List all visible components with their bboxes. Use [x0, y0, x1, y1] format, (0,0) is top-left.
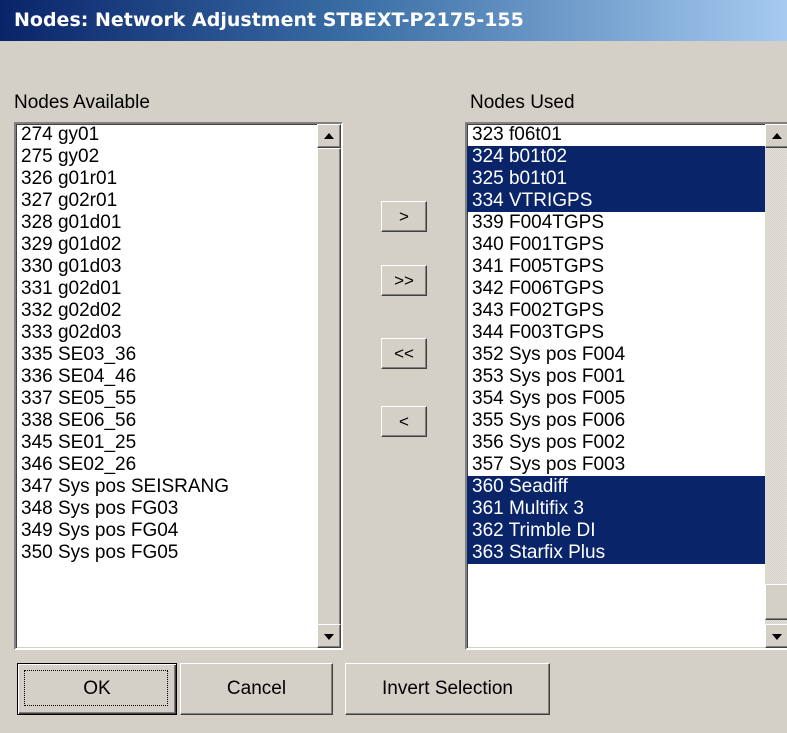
arrow-down-icon [324, 634, 334, 640]
list-item[interactable]: 323 f06t01 [467, 124, 765, 146]
list-item[interactable]: 327 g02r01 [16, 190, 317, 212]
nodes-used-list[interactable]: 323 f06t01 324 b01t02 325 b01t01 334 VTRIGP… [465, 122, 787, 650]
scroll-thumb[interactable] [317, 148, 341, 648]
remove-all-nodes-label: << [394, 343, 414, 363]
invert-selection-label: Invert Selection [382, 678, 513, 699]
list-item[interactable]: 360 Seadiff [467, 476, 765, 498]
scroll-up-button[interactable] [765, 124, 787, 148]
list-item[interactable]: 361 Multifix 3 [467, 498, 765, 520]
scroll-thumb[interactable] [765, 584, 787, 620]
list-item[interactable]: 349 Sys pos FG04 [16, 520, 317, 542]
list-item[interactable]: 345 SE01_25 [16, 432, 317, 454]
list-item[interactable]: 330 g01d03 [16, 256, 317, 278]
list-item[interactable]: 325 b01t01 [467, 168, 765, 190]
cancel-label: Cancel [226, 678, 287, 699]
list-item[interactable]: 341 F005TGPS [467, 256, 765, 278]
nodes-available-scrollbar[interactable] [317, 124, 341, 648]
add-all-nodes-button[interactable]: >> [381, 265, 427, 296]
list-item[interactable]: 340 F001TGPS [467, 234, 765, 256]
list-item[interactable]: 352 Sys pos F004 [467, 344, 765, 366]
remove-node-label: < [399, 411, 409, 431]
nodes-available-list[interactable]: 274 gy01 275 gy02 326 g01r01 327 g02r01 328 … [14, 122, 343, 650]
list-item[interactable]: 329 g01d02 [16, 234, 317, 256]
title-bar: Nodes: Network Adjustment STBEXT-P2175-1… [0, 0, 787, 41]
list-item[interactable]: 337 SE05_55 [16, 388, 317, 410]
add-node-label: > [399, 206, 409, 226]
list-item[interactable]: 362 Trimble DI [467, 520, 765, 542]
scroll-up-button[interactable] [317, 124, 341, 148]
nodes-used-scrollbar[interactable] [765, 124, 787, 648]
list-item[interactable]: 344 F003TGPS [467, 322, 765, 344]
list-item[interactable]: 274 gy01 [16, 124, 317, 146]
list-item[interactable]: 347 Sys pos SEISRANG [16, 476, 317, 498]
list-item[interactable]: 324 b01t02 [467, 146, 765, 168]
list-item[interactable]: 356 Sys pos F002 [467, 432, 765, 454]
list-item[interactable]: 331 g02d01 [16, 278, 317, 300]
list-item[interactable]: 350 Sys pos FG05 [16, 542, 317, 564]
list-item[interactable]: 363 Starfix Plus [467, 542, 765, 564]
list-item[interactable]: 326 g01r01 [16, 168, 317, 190]
arrow-up-icon [324, 133, 334, 139]
scroll-down-button[interactable] [317, 624, 341, 648]
nodes-available-label: Nodes Available [14, 92, 150, 113]
list-item[interactable]: 339 F004TGPS [467, 212, 765, 234]
list-item[interactable]: 342 F006TGPS [467, 278, 765, 300]
remove-all-nodes-button[interactable]: << [381, 338, 427, 369]
add-all-nodes-label: >> [394, 270, 414, 290]
add-node-button[interactable]: > [381, 201, 427, 232]
list-item[interactable]: 334 VTRIGPS [467, 190, 765, 212]
list-item[interactable]: 353 Sys pos F001 [467, 366, 765, 388]
nodes-used-label: Nodes Used [470, 92, 575, 113]
window-title: Nodes: Network Adjustment STBEXT-P2175-1… [14, 9, 524, 31]
arrow-down-icon [772, 634, 782, 640]
nodes-used-items: 323 f06t01 324 b01t02 325 b01t01 334 VTRIGP… [467, 124, 765, 564]
nodes-available-items: 274 gy01 275 gy02 326 g01r01 327 g02r01 328 … [16, 124, 317, 564]
list-item[interactable]: 354 Sys pos F005 [467, 388, 765, 410]
ok-button[interactable]: OK [17, 663, 177, 715]
scroll-down-button[interactable] [765, 624, 787, 648]
list-item[interactable]: 335 SE03_36 [16, 344, 317, 366]
list-item[interactable]: 332 g02d02 [16, 300, 317, 322]
arrow-up-icon [772, 133, 782, 139]
list-item[interactable]: 275 gy02 [16, 146, 317, 168]
list-item[interactable]: 333 g02d03 [16, 322, 317, 344]
list-item[interactable]: 357 Sys pos F003 [467, 454, 765, 476]
list-item[interactable]: 348 Sys pos FG03 [16, 498, 317, 520]
remove-node-button[interactable]: < [381, 406, 427, 437]
list-item[interactable]: 328 g01d01 [16, 212, 317, 234]
list-item[interactable]: 346 SE02_26 [16, 454, 317, 476]
cancel-button[interactable]: Cancel [180, 663, 333, 715]
ok-label: OK [83, 678, 111, 699]
list-item[interactable]: 338 SE06_56 [16, 410, 317, 432]
list-item[interactable]: 336 SE04_46 [16, 366, 317, 388]
invert-selection-button[interactable]: Invert Selection [345, 663, 550, 715]
list-item[interactable]: 343 F002TGPS [467, 300, 765, 322]
list-item[interactable]: 355 Sys pos F006 [467, 410, 765, 432]
